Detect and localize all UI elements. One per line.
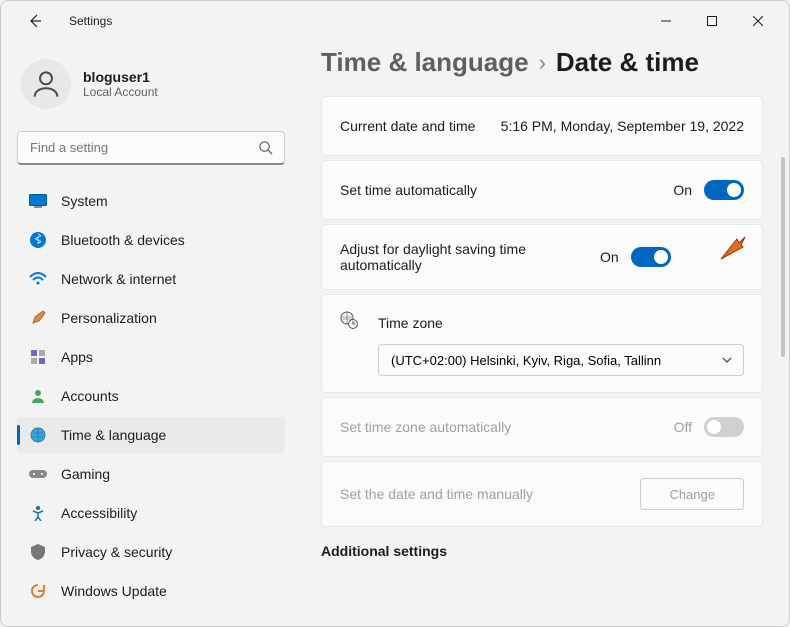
sidebar-item-label: Accounts (61, 388, 119, 404)
timezone-auto-label: Set time zone automatically (340, 419, 674, 435)
bluetooth-icon (29, 231, 47, 249)
timezone-select[interactable]: (UTC+02:00) Helsinki, Kyiv, Riga, Sofia,… (378, 344, 744, 376)
timezone-auto-state: Off (674, 419, 692, 435)
user-profile[interactable]: bloguser1 Local Account (17, 51, 285, 117)
sidebar-item-label: Bluetooth & devices (61, 232, 185, 248)
shield-icon (29, 543, 47, 561)
set-time-auto-toggle[interactable] (704, 180, 744, 200)
change-button: Change (640, 478, 744, 510)
sidebar-item-apps[interactable]: Apps (17, 339, 285, 375)
timezone-card: Time zone (UTC+02:00) Helsinki, Kyiv, Ri… (321, 294, 763, 393)
back-button[interactable] (19, 5, 51, 37)
additional-settings-heading: Additional settings (321, 543, 763, 559)
sidebar-item-bluetooth[interactable]: Bluetooth & devices (17, 222, 285, 258)
wifi-icon (29, 270, 47, 288)
globe-clock-icon (340, 311, 358, 334)
system-icon (29, 192, 47, 210)
set-time-auto-card: Set time automatically On (321, 160, 763, 220)
dst-label: Adjust for daylight saving time automati… (340, 241, 600, 273)
search-input[interactable] (17, 131, 285, 165)
page-title: Date & time (556, 47, 699, 78)
sidebar-item-label: Time & language (61, 427, 166, 443)
breadcrumb-parent[interactable]: Time & language (321, 47, 529, 78)
brush-icon (29, 309, 47, 327)
chevron-right-icon: › (539, 50, 546, 76)
dst-toggle[interactable] (631, 247, 671, 267)
sidebar: bloguser1 Local Account System Bluetooth… (1, 41, 301, 626)
scrollbar[interactable] (781, 157, 785, 357)
maximize-button[interactable] (689, 5, 735, 37)
sidebar-item-label: Windows Update (61, 583, 167, 599)
globe-icon (29, 426, 47, 444)
sidebar-item-label: Accessibility (61, 505, 137, 521)
search-icon (258, 140, 273, 155)
timezone-auto-toggle (704, 417, 744, 437)
current-datetime-label: Current date and time (340, 118, 501, 134)
sidebar-item-label: Network & internet (61, 271, 176, 287)
current-datetime-value: 5:16 PM, Monday, September 19, 2022 (501, 118, 744, 134)
search-box (17, 131, 285, 165)
avatar (21, 59, 71, 109)
sidebar-item-label: Gaming (61, 466, 110, 482)
accessibility-icon (29, 504, 47, 522)
apps-icon (29, 348, 47, 366)
user-subtitle: Local Account (83, 85, 158, 99)
update-icon (29, 582, 47, 600)
sidebar-item-accounts[interactable]: Accounts (17, 378, 285, 414)
back-arrow-icon (27, 13, 43, 29)
sidebar-item-label: Privacy & security (61, 544, 172, 560)
user-icon (29, 67, 63, 101)
manual-datetime-label: Set the date and time manually (340, 486, 640, 502)
dst-card: Adjust for daylight saving time automati… (321, 224, 763, 290)
sidebar-item-privacy[interactable]: Privacy & security (17, 534, 285, 570)
chevron-down-icon (721, 354, 733, 366)
window-title: Settings (69, 14, 112, 28)
set-time-auto-state: On (673, 182, 692, 198)
minimize-button[interactable] (643, 5, 689, 37)
sidebar-item-label: Apps (61, 349, 93, 365)
close-button[interactable] (735, 5, 781, 37)
breadcrumb: Time & language › Date & time (321, 47, 763, 78)
accounts-icon (29, 387, 47, 405)
sidebar-item-network[interactable]: Network & internet (17, 261, 285, 297)
timezone-label: Time zone (378, 315, 744, 331)
user-name: bloguser1 (83, 69, 158, 85)
window-controls (643, 5, 781, 37)
current-datetime-card: Current date and time 5:16 PM, Monday, S… (321, 96, 763, 156)
sidebar-item-gaming[interactable]: Gaming (17, 456, 285, 492)
dst-state: On (600, 249, 619, 265)
manual-datetime-card: Set the date and time manually Change (321, 461, 763, 527)
set-time-auto-label: Set time automatically (340, 182, 673, 198)
titlebar: Settings (1, 1, 789, 41)
sidebar-item-accessibility[interactable]: Accessibility (17, 495, 285, 531)
main-content: Time & language › Date & time Current da… (301, 41, 789, 626)
timezone-auto-card: Set time zone automatically Off (321, 397, 763, 457)
sidebar-item-label: Personalization (61, 310, 157, 326)
gaming-icon (29, 465, 47, 483)
sidebar-item-time-language[interactable]: Time & language (17, 417, 285, 453)
sidebar-item-system[interactable]: System (17, 183, 285, 219)
timezone-value: (UTC+02:00) Helsinki, Kyiv, Riga, Sofia,… (391, 353, 713, 368)
sidebar-item-personalization[interactable]: Personalization (17, 300, 285, 336)
sidebar-item-label: System (61, 193, 108, 209)
sidebar-item-update[interactable]: Windows Update (17, 573, 285, 609)
